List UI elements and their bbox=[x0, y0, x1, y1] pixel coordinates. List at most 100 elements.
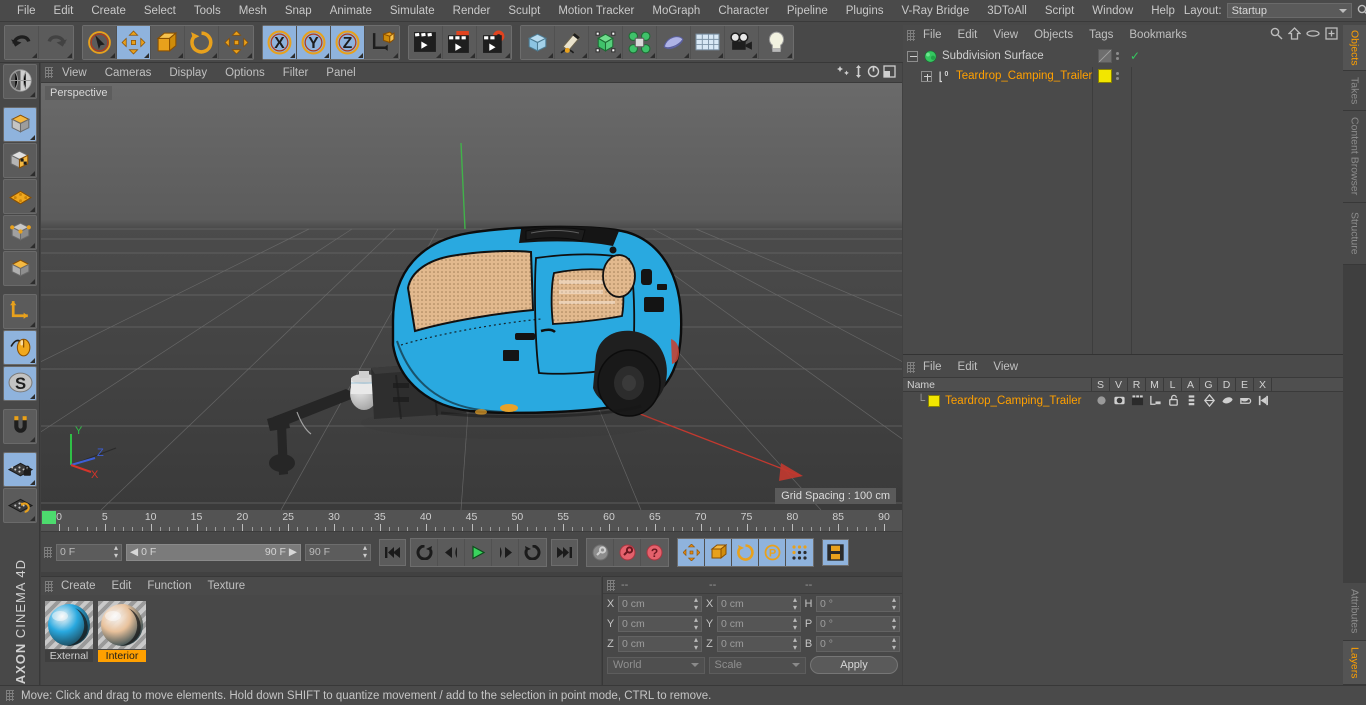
menu-item-render[interactable]: Render bbox=[444, 0, 500, 22]
make-editable-button[interactable] bbox=[3, 64, 37, 99]
layer-column-m[interactable]: M bbox=[1146, 378, 1164, 391]
panel-grip[interactable] bbox=[607, 579, 615, 591]
viewport-menu-cameras[interactable]: Cameras bbox=[96, 67, 161, 79]
material-preview[interactable] bbox=[45, 601, 93, 649]
menu-item-window[interactable]: Window bbox=[1083, 0, 1142, 22]
layer-column-l[interactable]: L bbox=[1164, 378, 1182, 391]
layermgr-menu-file[interactable]: File bbox=[915, 361, 950, 373]
coord-rotation-field[interactable]: 0 ° ▴ ▾ bbox=[816, 616, 900, 632]
coord-size-field[interactable]: 0 cm ▴ ▾ bbox=[717, 596, 801, 612]
x-axis-button[interactable]: X bbox=[263, 25, 297, 59]
material-item[interactable]: External bbox=[45, 601, 93, 662]
stepper-icon[interactable]: ▴ ▾ bbox=[363, 544, 367, 560]
menu-item-mesh[interactable]: Mesh bbox=[230, 0, 276, 22]
layer-rows[interactable]: └ Teardrop_Camping_Trailer bbox=[903, 392, 1343, 409]
expand-toggle-icon[interactable] bbox=[921, 70, 932, 82]
menu-item-character[interactable]: Character bbox=[709, 0, 778, 22]
current-frame-field[interactable]: 0 F ▴ ▾ bbox=[56, 543, 122, 561]
viewport-menu-view[interactable]: View bbox=[53, 67, 96, 79]
undo-button[interactable] bbox=[5, 25, 39, 59]
objmgr-menu-bookmarks[interactable]: Bookmarks bbox=[1121, 29, 1195, 41]
coord-position-field[interactable]: 0 cm ▴ ▾ bbox=[618, 616, 702, 632]
layermgr-menu-view[interactable]: View bbox=[985, 361, 1026, 373]
menu-item-mograph[interactable]: MoGraph bbox=[643, 0, 709, 22]
layer-column-d[interactable]: D bbox=[1218, 378, 1236, 391]
points-mode-button[interactable] bbox=[3, 179, 37, 214]
coord-rotation-field[interactable]: 0 ° ▴ ▾ bbox=[816, 636, 900, 652]
stepper-icon[interactable]: ▴ ▾ bbox=[793, 636, 797, 652]
material-menu-edit[interactable]: Edit bbox=[104, 580, 140, 592]
render-settings-button[interactable] bbox=[477, 25, 511, 59]
stepper-icon[interactable]: ▴ ▾ bbox=[892, 616, 896, 632]
pla-key-toggle[interactable] bbox=[786, 538, 813, 566]
menu-item-create[interactable]: Create bbox=[82, 0, 135, 22]
home-icon[interactable] bbox=[1287, 27, 1302, 43]
step-back-button[interactable] bbox=[438, 538, 465, 566]
material-menu-texture[interactable]: Texture bbox=[199, 580, 253, 592]
material-preview[interactable] bbox=[98, 601, 146, 649]
frame-range-slider[interactable]: ◀ 0 F 90 F ▶ bbox=[126, 543, 301, 561]
coord-system-dropdown[interactable]: World bbox=[607, 656, 705, 674]
object-name[interactable]: Subdivision Surface bbox=[942, 50, 1044, 62]
object-row[interactable]: 0 Teardrop_Camping_Trailer bbox=[903, 66, 1343, 86]
menu-item-help[interactable]: Help bbox=[1142, 0, 1184, 22]
tab-layers[interactable]: Layers bbox=[1343, 641, 1366, 685]
render-picture-viewer-button[interactable] bbox=[443, 25, 477, 59]
menu-item-sculpt[interactable]: Sculpt bbox=[499, 0, 549, 22]
tab-takes[interactable]: Takes bbox=[1343, 71, 1366, 111]
soft-selection-button[interactable]: S bbox=[3, 366, 37, 401]
scale-button[interactable] bbox=[151, 25, 185, 59]
viewport-solo-button[interactable] bbox=[3, 330, 37, 365]
expand-toggle-icon[interactable] bbox=[907, 50, 918, 62]
layer-color-swatch[interactable] bbox=[928, 394, 941, 407]
layer-tag-icon[interactable] bbox=[1098, 69, 1112, 83]
range-right-arrow-icon[interactable]: ▶ bbox=[289, 546, 297, 558]
panel-grip[interactable] bbox=[45, 580, 53, 592]
panel-grip[interactable] bbox=[907, 361, 915, 373]
mograph-cloner-button[interactable] bbox=[623, 25, 657, 59]
material-item[interactable]: Interior bbox=[98, 601, 146, 662]
animation-mode-button[interactable] bbox=[822, 538, 849, 566]
goto-end-button[interactable] bbox=[551, 538, 578, 566]
menu-item-tools[interactable]: Tools bbox=[185, 0, 230, 22]
stepper-icon[interactable]: ▴ ▾ bbox=[892, 596, 896, 612]
add-layer-icon[interactable] bbox=[1325, 27, 1338, 43]
world-coord-button[interactable] bbox=[365, 25, 399, 59]
polygons-mode-button[interactable] bbox=[3, 251, 37, 286]
camera-button[interactable] bbox=[725, 25, 759, 59]
deformer-button[interactable] bbox=[657, 25, 691, 59]
current-time-marker[interactable] bbox=[42, 511, 56, 524]
objmgr-menu-objects[interactable]: Objects bbox=[1026, 29, 1081, 41]
range-left-arrow-icon[interactable]: ◀ bbox=[130, 546, 138, 558]
apply-button[interactable]: Apply bbox=[810, 656, 898, 674]
workplane-rotate-button[interactable] bbox=[3, 488, 37, 523]
tab-attributes[interactable]: Attributes bbox=[1343, 583, 1366, 641]
move-alt-button[interactable] bbox=[219, 25, 253, 59]
workplane-lock-button[interactable] bbox=[3, 452, 37, 487]
stepper-icon[interactable]: ▴ ▾ bbox=[694, 616, 698, 632]
animation-bars-icon[interactable] bbox=[1182, 394, 1200, 407]
objmgr-menu-edit[interactable]: Edit bbox=[950, 29, 986, 41]
material-name[interactable]: Interior bbox=[98, 650, 146, 662]
layer-row[interactable]: └ Teardrop_Camping_Trailer bbox=[903, 392, 1343, 409]
cube-primitive-button[interactable] bbox=[521, 25, 555, 59]
stepper-icon[interactable]: ▴ ▾ bbox=[892, 636, 896, 652]
layer-column-name[interactable]: Name bbox=[903, 378, 1092, 391]
position-key-toggle[interactable] bbox=[678, 538, 705, 566]
search-icon[interactable] bbox=[1357, 4, 1366, 18]
layer-column-r[interactable]: R bbox=[1128, 378, 1146, 391]
model-mode-button[interactable] bbox=[3, 107, 37, 142]
pan-icon[interactable] bbox=[837, 65, 850, 81]
layer-name[interactable]: Teardrop_Camping_Trailer bbox=[945, 395, 1081, 407]
layer-column-g[interactable]: G bbox=[1200, 378, 1218, 391]
objmgr-menu-tags[interactable]: Tags bbox=[1081, 29, 1121, 41]
deformer-shape-icon[interactable] bbox=[1218, 394, 1236, 407]
material-name[interactable]: External bbox=[45, 650, 93, 662]
render-film-icon[interactable] bbox=[1128, 394, 1146, 407]
coord-mode-dropdown[interactable]: Scale bbox=[708, 656, 806, 674]
menu-item-select[interactable]: Select bbox=[135, 0, 185, 22]
texture-mode-button[interactable] bbox=[3, 143, 37, 178]
viewport-menu-display[interactable]: Display bbox=[160, 67, 216, 79]
record-key-button[interactable] bbox=[587, 538, 614, 566]
timeline-ruler[interactable]: 0 5 10 15 20 25 30 35 40 45 50 55 60 65 70 75 80 85 90 bbox=[41, 510, 902, 532]
